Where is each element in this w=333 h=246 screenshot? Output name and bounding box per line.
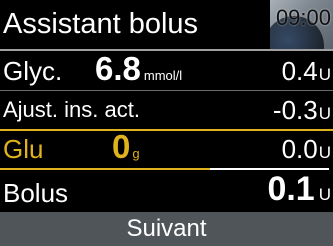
- header-bar: Assistant bolus 09:00: [0, 0, 333, 49]
- carbs-unit: g: [132, 146, 140, 161]
- next-button[interactable]: Suivant: [0, 212, 333, 246]
- active-insulin-row[interactable]: Ajust. ins. act. -0.3U: [0, 91, 333, 129]
- carbs-insulin: 0.0U: [282, 134, 331, 164]
- carbs-input[interactable]: 0g: [112, 129, 140, 165]
- glucose-row[interactable]: Glyc. 6.8 mmol/l 0.4U: [0, 50, 333, 90]
- active-insulin-unit: U: [318, 104, 331, 123]
- bolus-total-value: 0.1: [267, 170, 315, 208]
- screen-title: Assistant bolus: [3, 8, 199, 40]
- carbs-row[interactable]: Glu 0g 0.0U: [0, 129, 333, 168]
- bolus-label: Bolus: [3, 178, 69, 208]
- clock-time: 09:00: [275, 5, 331, 30]
- glucose-unit: mmol/l: [143, 68, 183, 83]
- glucose-reading: 6.8 mmol/l: [95, 51, 182, 87]
- bolus-total: 0.1 U: [267, 170, 331, 208]
- bolus-row: Bolus 0.1 U: [0, 170, 333, 212]
- carbs-label: Glu: [3, 134, 44, 164]
- glucose-insulin-value: 0.4: [281, 56, 318, 86]
- active-insulin-value: -0.3: [272, 95, 318, 125]
- bolus-total-unit: U: [318, 185, 331, 204]
- glucose-insulin: 0.4U: [282, 56, 331, 86]
- glucose-label: Glyc.: [3, 56, 63, 86]
- carbs-value: 0: [112, 128, 131, 165]
- bolus-wizard-screen: Assistant bolus 09:00 Glyc. 6.8 mmol/l 0.…: [0, 0, 333, 246]
- active-insulin-label: Ajust. ins. act.: [3, 97, 140, 122]
- carbs-insulin-value: 0.0: [281, 134, 318, 164]
- clock-badge: 09:00: [270, 0, 333, 49]
- active-insulin-adjust: -0.3U: [273, 95, 331, 125]
- glucose-value: 6.8: [95, 50, 141, 87]
- glucose-insulin-unit: U: [318, 65, 331, 84]
- carbs-insulin-unit: U: [318, 143, 331, 162]
